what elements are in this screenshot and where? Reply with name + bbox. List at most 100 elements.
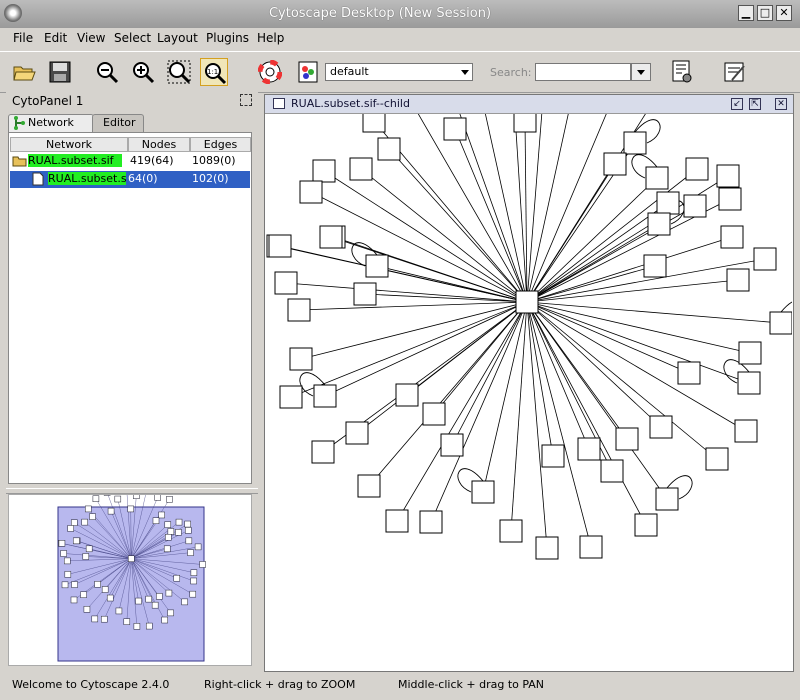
network-edge[interactable]: [451, 301, 528, 446]
network-node[interactable]: [541, 444, 565, 468]
overview-node[interactable]: [185, 537, 193, 545]
overview-node[interactable]: [89, 513, 96, 520]
overview-node[interactable]: [64, 571, 72, 578]
network-edge[interactable]: [526, 114, 545, 303]
network-edge[interactable]: [526, 301, 554, 457]
network-node[interactable]: [677, 361, 701, 385]
overview-node[interactable]: [145, 595, 152, 603]
network-node[interactable]: [579, 535, 603, 559]
overview-node[interactable]: [58, 540, 66, 547]
iconify-button[interactable]: ↙: [731, 98, 743, 110]
overview-node[interactable]: [71, 519, 78, 526]
overview-node[interactable]: [127, 505, 134, 513]
zoom-in-button[interactable]: [129, 58, 157, 86]
overview-node[interactable]: [67, 525, 74, 532]
overview-node[interactable]: [80, 591, 87, 598]
network-edge[interactable]: [526, 168, 698, 303]
network-edge[interactable]: [454, 128, 528, 303]
network-node[interactable]: [299, 180, 323, 204]
overview-node[interactable]: [185, 527, 192, 534]
overview-node[interactable]: [199, 561, 206, 568]
overview-node[interactable]: [101, 586, 109, 593]
network-edge[interactable]: [401, 114, 528, 303]
network-node[interactable]: [716, 164, 740, 188]
overview-node[interactable]: [165, 534, 172, 541]
network-node[interactable]: [647, 212, 671, 236]
network-node[interactable]: [499, 519, 523, 543]
network-node[interactable]: [274, 271, 298, 295]
network-node[interactable]: [655, 487, 679, 511]
network-edge[interactable]: [526, 114, 581, 303]
network-edge[interactable]: [285, 282, 528, 303]
minimize-button[interactable]: ▁: [738, 5, 754, 21]
network-node[interactable]: [718, 187, 742, 211]
network-canvas[interactable]: [266, 114, 792, 670]
hub-node[interactable]: [515, 290, 539, 314]
overview-node[interactable]: [151, 601, 159, 609]
overview-node[interactable]: [190, 577, 197, 585]
network-node[interactable]: [357, 474, 381, 498]
table-row[interactable]: RUAL.subset.s 64(0) 102(0): [10, 171, 250, 188]
save-button[interactable]: [46, 58, 74, 86]
table-row[interactable]: RUAL.subset.sif 419(64) 1089(0): [10, 153, 250, 170]
overview-node[interactable]: [64, 557, 71, 565]
overview-node[interactable]: [85, 545, 93, 553]
overview-node[interactable]: [92, 495, 100, 502]
network-node[interactable]: [287, 298, 311, 322]
network-node[interactable]: [279, 385, 303, 409]
overview-node[interactable]: [85, 505, 92, 513]
menu-help[interactable]: Help: [255, 31, 286, 45]
overview-node[interactable]: [94, 581, 101, 588]
overview-node[interactable]: [83, 606, 91, 613]
menu-plugins[interactable]: Plugins: [204, 31, 251, 45]
network-edge[interactable]: [511, 114, 528, 303]
overview-node[interactable]: [156, 593, 163, 600]
overview-node[interactable]: [158, 511, 165, 519]
overview-node[interactable]: [184, 520, 191, 528]
overview-node[interactable]: [163, 545, 171, 553]
network-node[interactable]: [649, 415, 673, 439]
edit-panel-button[interactable]: [720, 58, 748, 86]
network-edge[interactable]: [526, 301, 662, 428]
network-edge[interactable]: [368, 301, 528, 487]
network-node[interactable]: [685, 157, 709, 181]
menu-edit[interactable]: Edit: [42, 31, 69, 45]
network-edge[interactable]: [526, 301, 751, 354]
overview-node[interactable]: [71, 581, 78, 588]
network-node[interactable]: [769, 311, 792, 335]
overview-node[interactable]: [194, 543, 202, 551]
overview-node[interactable]: [61, 581, 69, 589]
overview-node[interactable]: [91, 615, 99, 623]
network-node[interactable]: [645, 166, 669, 190]
overview-node[interactable]: [161, 616, 168, 624]
network-node[interactable]: [577, 437, 601, 461]
network-node[interactable]: [377, 137, 401, 161]
network-node[interactable]: [349, 157, 373, 181]
menu-file[interactable]: File: [11, 31, 35, 45]
network-node[interactable]: [385, 509, 409, 533]
network-node[interactable]: [683, 194, 707, 218]
overview-node[interactable]: [166, 496, 173, 503]
restore-button[interactable]: ⇱: [749, 98, 761, 110]
network-node[interactable]: [623, 131, 647, 155]
network-node[interactable]: [615, 427, 639, 451]
overview-node[interactable]: [101, 615, 108, 623]
layout-settings-button[interactable]: [668, 58, 696, 86]
network-node[interactable]: [365, 254, 389, 278]
overview-node[interactable]: [123, 618, 131, 625]
network-node[interactable]: [313, 384, 337, 408]
column-header-network[interactable]: Network: [10, 137, 128, 152]
network-node[interactable]: [753, 247, 777, 271]
network-edge[interactable]: [300, 301, 528, 360]
overview-node[interactable]: [175, 529, 182, 536]
menu-view[interactable]: View: [75, 31, 107, 45]
overview-node[interactable]: [175, 518, 183, 526]
overview-node[interactable]: [173, 574, 181, 582]
network-node[interactable]: [734, 419, 758, 443]
overview-node[interactable]: [73, 537, 80, 545]
network-node[interactable]: [422, 402, 446, 426]
help-button[interactable]: [256, 58, 284, 86]
network-node[interactable]: [345, 421, 369, 445]
network-edge[interactable]: [526, 301, 750, 384]
network-node[interactable]: [440, 433, 464, 457]
